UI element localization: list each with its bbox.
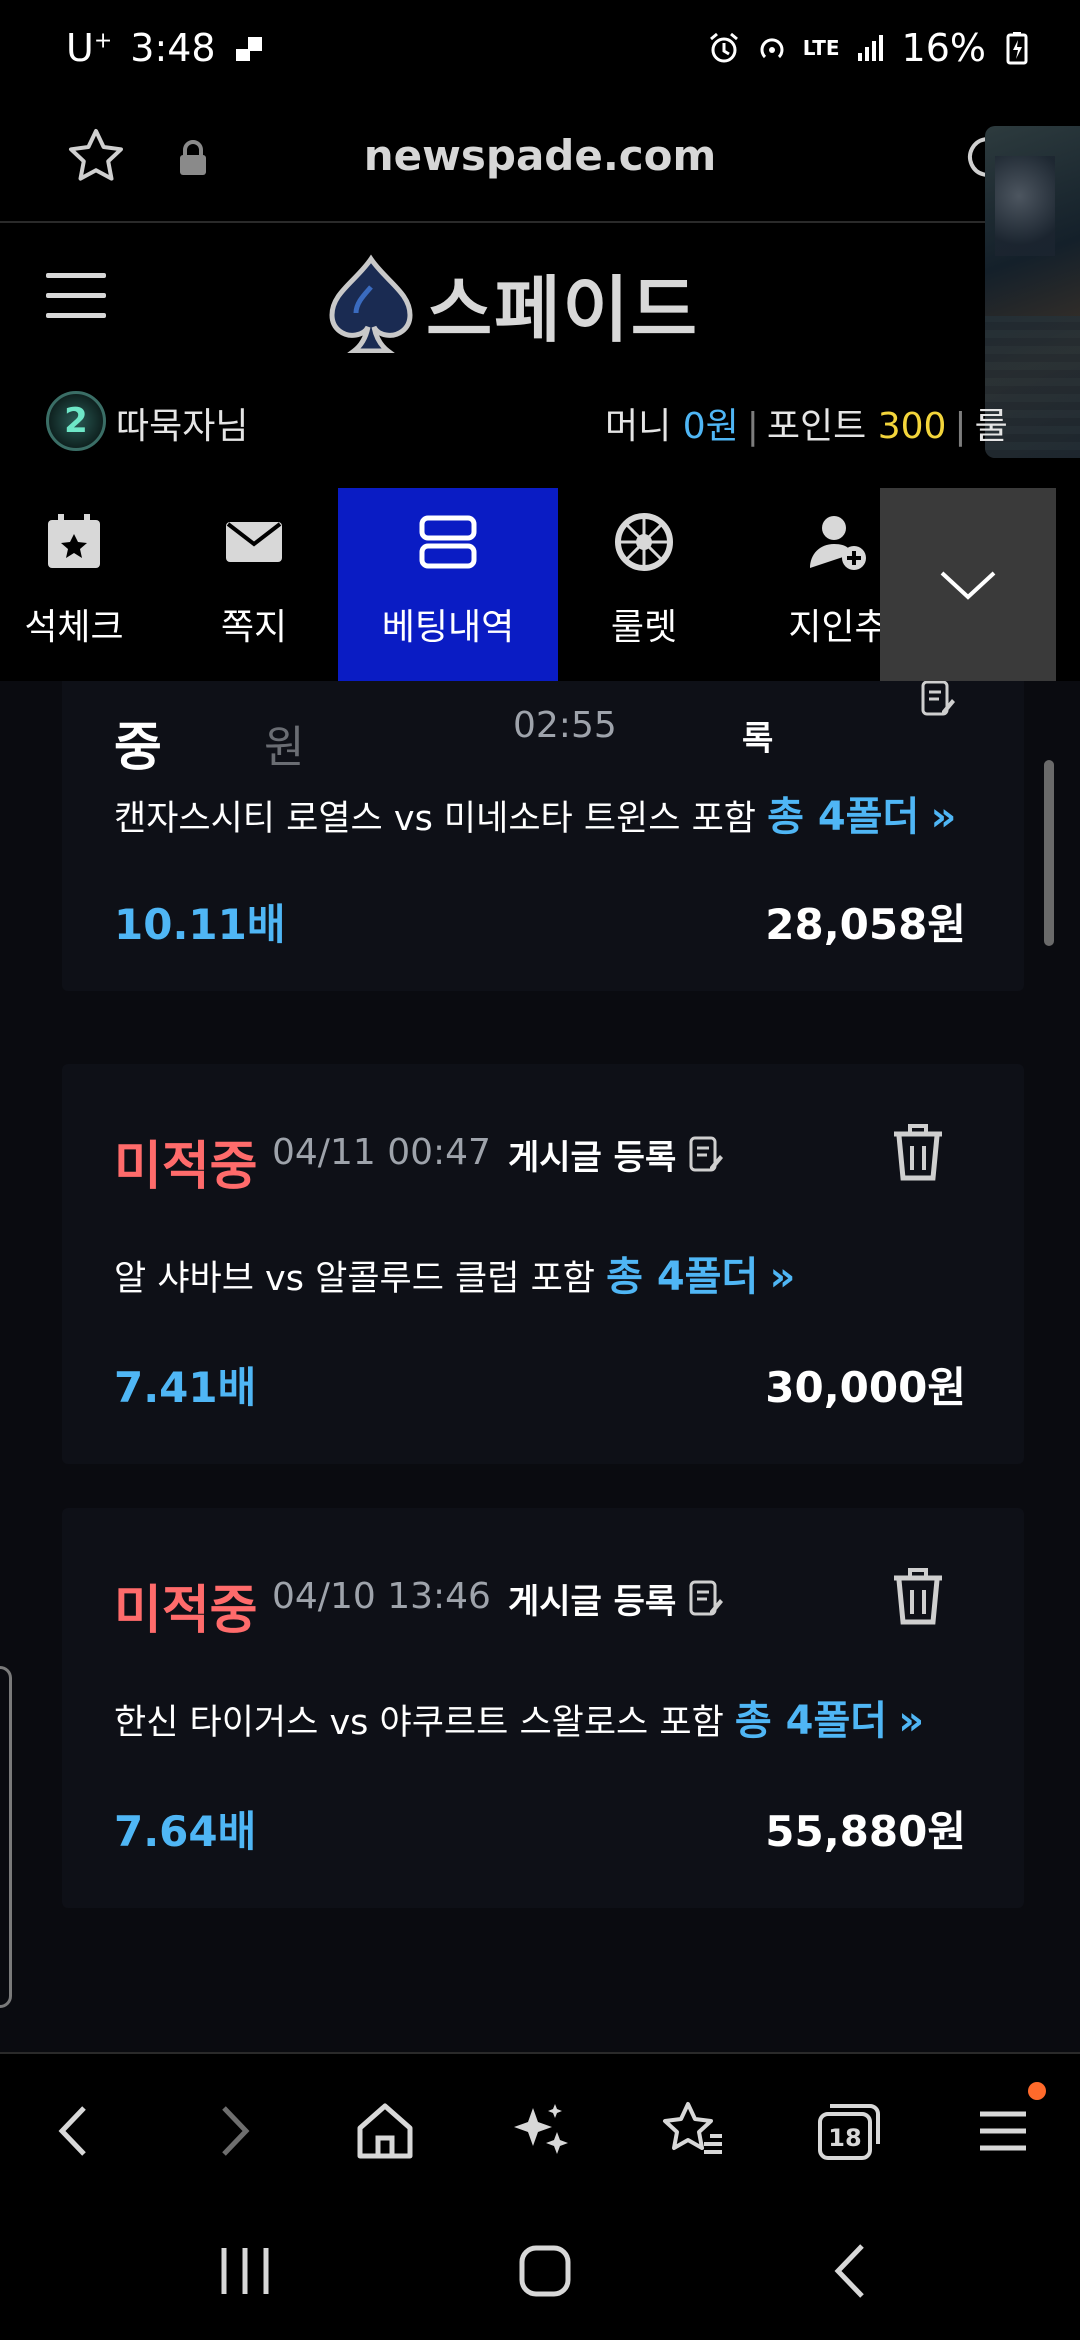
bet-amount: 30,000원 xyxy=(765,1363,966,1412)
bet-status: 미적중 xyxy=(114,1137,258,1197)
edge-panel-handle[interactable] xyxy=(0,1666,12,2008)
tabs-icon[interactable]: 18 xyxy=(812,2096,882,2166)
bet-card[interactable]: 중 원 02:55 록 캔자스시티 로열스 vs 미네소타 트윈스 포함 총 4… xyxy=(62,681,1024,991)
menu-item-messages[interactable]: 쪽지 xyxy=(144,488,364,681)
scrollbar-thumb[interactable] xyxy=(1044,760,1054,946)
quick-menu-bar: 석체크 쪽지 베팅내역 룰렛 지인추 xyxy=(0,488,1080,681)
logo-text: 스페이드 xyxy=(426,267,699,352)
money-value: 0원 xyxy=(682,406,739,447)
point-value: 300 xyxy=(877,406,947,447)
spade-logo-icon xyxy=(329,254,413,353)
recent-apps-icon[interactable] xyxy=(210,2238,280,2304)
browser-bottom-toolbar: 18 xyxy=(0,2052,1080,2202)
roulette-icon xyxy=(615,513,673,571)
envelope-icon xyxy=(226,522,282,562)
back-arrow-icon[interactable] xyxy=(40,2096,110,2166)
home-button-icon[interactable] xyxy=(510,2238,580,2304)
match-summary[interactable]: 캔자스시티 로열스 vs 미네소타 트윈스 포함 총 4폴더 » xyxy=(114,784,956,842)
bet-history-list: 중 원 02:55 록 캔자스시티 로열스 vs 미네소타 트윈스 포함 총 4… xyxy=(0,681,1080,2052)
user-name[interactable]: 따묵자님 xyxy=(116,397,248,449)
signal-icon xyxy=(857,35,883,61)
notification-dot xyxy=(1028,2082,1046,2100)
double-chevron-icon[interactable]: » xyxy=(898,1698,924,1744)
menu-expand-button[interactable] xyxy=(880,488,1056,681)
browser-url-bar: newspade.com xyxy=(0,105,1080,223)
double-chevron-icon[interactable]: » xyxy=(930,794,956,840)
system-back-icon[interactable] xyxy=(816,2238,886,2304)
post-register[interactable]: 록 xyxy=(742,711,773,760)
bet-amount: 55,880원 xyxy=(765,1807,966,1856)
post-register[interactable]: 게시글 등록 xyxy=(508,1130,724,1179)
network-type: LTE xyxy=(802,36,840,60)
data-saver-icon xyxy=(235,37,262,61)
user-info-row: 2 따묵자님 머니 0원 | 포인트 300 | 룰 xyxy=(0,373,1080,473)
chevron-down-icon xyxy=(940,571,996,600)
bet-card[interactable]: 미적중 04/10 13:46 게시글 등록 한신 타이거스 vs 야쿠르트 스… xyxy=(62,1508,1024,1908)
bet-card[interactable]: 미적중 04/11 00:47 게시글 등록 알 샤바브 vs 알콜루드 클럽 … xyxy=(62,1064,1024,1464)
folder-count[interactable]: 총 4폴더 xyxy=(767,794,919,840)
menu-icon[interactable] xyxy=(968,2096,1038,2166)
trash-icon[interactable] xyxy=(890,1122,946,1182)
bet-date: 02:55 xyxy=(513,705,617,746)
edit-note-icon xyxy=(689,1580,724,1615)
match-summary[interactable]: 한신 타이거스 vs 야쿠르트 스왈로스 포함 총 4폴더 » xyxy=(114,1688,924,1746)
carrier-label: U+ xyxy=(66,26,113,70)
bet-date: 04/10 13:46 xyxy=(272,1576,491,1617)
status-bar: U+ 3:48 LTE 16% xyxy=(0,0,1080,105)
hotspot-icon xyxy=(760,38,784,59)
match-summary[interactable]: 알 샤바브 vs 알콜루드 클럽 포함 총 4폴더 » xyxy=(114,1244,795,1302)
home-icon[interactable] xyxy=(350,2096,420,2166)
tabs-count: 18 xyxy=(828,2124,861,2152)
battery-icon xyxy=(1006,32,1028,65)
bet-date: 04/11 00:47 xyxy=(272,1132,491,1173)
battery-percent: 16% xyxy=(901,26,986,70)
menu-item-bet-history[interactable]: 베팅내역 xyxy=(338,488,558,681)
alarm-icon xyxy=(709,32,738,63)
extra-label: 룰 xyxy=(974,406,1008,447)
calendar-star-icon xyxy=(48,514,100,568)
trash-icon[interactable] xyxy=(890,1566,946,1626)
point-label: 포인트 xyxy=(766,406,867,447)
folder-count[interactable]: 총 4폴더 xyxy=(735,1698,887,1744)
wallet-info: 머니 0원 | 포인트 300 | 룰 xyxy=(605,406,1008,447)
site-logo[interactable]: 스페이드 xyxy=(326,253,699,353)
level-badge: 2 xyxy=(46,391,106,451)
bet-odds: 7.41배 xyxy=(114,1363,257,1412)
edit-note-icon xyxy=(689,1136,724,1171)
list-icon xyxy=(419,515,477,569)
menu-hamburger-icon[interactable] xyxy=(46,273,106,319)
bet-status: 미적중 xyxy=(114,1581,258,1641)
bet-odds: 10.11배 xyxy=(114,900,286,949)
bet-status: 중 xyxy=(114,718,162,778)
clock: 3:48 xyxy=(130,26,216,70)
bet-odds: 7.64배 xyxy=(114,1807,257,1856)
sparkle-icon[interactable] xyxy=(505,2096,575,2166)
double-chevron-icon[interactable]: » xyxy=(769,1254,795,1300)
system-navigation-bar xyxy=(0,2202,1080,2340)
post-register[interactable]: 게시글 등록 xyxy=(508,1574,724,1623)
bookmarks-star-icon[interactable] xyxy=(658,2096,728,2166)
forward-arrow-icon[interactable] xyxy=(198,2096,268,2166)
add-user-icon xyxy=(810,516,866,570)
url-text[interactable]: newspade.com xyxy=(0,131,1080,180)
bet-amount: 28,058원 xyxy=(765,900,966,949)
site-header: 스페이드 xyxy=(0,223,1080,373)
menu-item-roulette[interactable]: 룰렛 xyxy=(534,488,754,681)
edit-note-icon[interactable] xyxy=(920,681,956,719)
money-label: 머니 xyxy=(605,406,672,447)
folder-count[interactable]: 총 4폴더 xyxy=(606,1254,758,1300)
bet-amount-partial: 원 xyxy=(264,722,305,773)
